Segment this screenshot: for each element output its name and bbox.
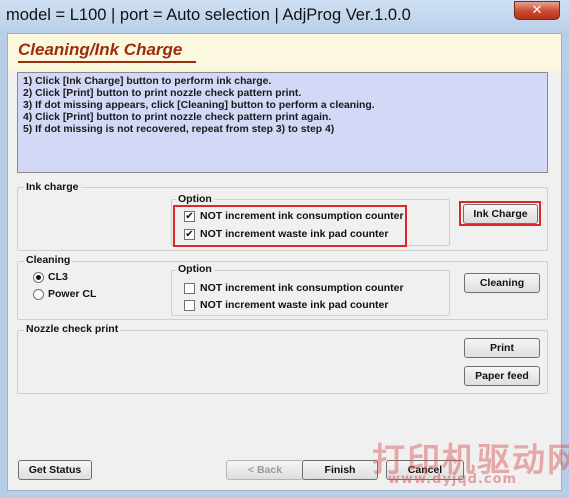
page-title-underline bbox=[18, 61, 196, 63]
power-cl-label[interactable]: Power CL bbox=[48, 288, 96, 300]
paper-feed-button[interactable]: Paper feed bbox=[464, 366, 540, 386]
cleaning-no-consumption-checkbox[interactable] bbox=[184, 283, 195, 294]
cleaning-option-label: Option bbox=[176, 263, 214, 275]
close-icon: ✕ bbox=[531, 3, 543, 18]
cl3-radio[interactable] bbox=[33, 272, 44, 283]
ink-no-waste-checkbox[interactable]: ✔ bbox=[184, 229, 195, 240]
ink-charge-button[interactable]: Ink Charge bbox=[463, 204, 538, 224]
page-title: Cleaning/Ink Charge bbox=[18, 40, 183, 59]
nozzle-check-group-label: Nozzle check print bbox=[24, 323, 121, 335]
cleaning-no-waste-label[interactable]: NOT increment waste ink pad counter bbox=[200, 299, 388, 311]
cl3-label[interactable]: CL3 bbox=[48, 271, 68, 283]
watermark-url: www.dyjqd.com bbox=[388, 472, 518, 487]
window-close-button[interactable]: ✕ bbox=[514, 1, 560, 20]
instruction-line: 2) Click [Print] button to print nozzle … bbox=[23, 88, 302, 99]
power-cl-radio[interactable] bbox=[33, 289, 44, 300]
window-title: model = L100 | port = Auto selection | A… bbox=[6, 6, 411, 24]
title-bar[interactable]: model = L100 | port = Auto selection | A… bbox=[0, 0, 569, 33]
instruction-line: 5) If dot missing is not recovered, repe… bbox=[23, 124, 335, 135]
ink-no-consumption-checkbox[interactable]: ✔ bbox=[184, 211, 195, 222]
ink-charge-option-label: Option bbox=[176, 193, 214, 205]
print-button[interactable]: Print bbox=[464, 338, 540, 358]
instruction-line: 1) Click [Ink Charge] button to perform … bbox=[23, 76, 272, 87]
ink-no-waste-label[interactable]: NOT increment waste ink pad counter bbox=[200, 228, 388, 240]
back-button[interactable]: < Back bbox=[226, 460, 304, 480]
radio-selected-dot bbox=[36, 275, 41, 280]
cleaning-no-waste-checkbox[interactable] bbox=[184, 300, 195, 311]
instruction-line: 4) Click [Print] button to print nozzle … bbox=[23, 112, 332, 123]
get-status-button[interactable]: Get Status bbox=[18, 460, 92, 480]
cleaning-no-consumption-label[interactable]: NOT increment ink consumption counter bbox=[200, 282, 404, 294]
cleaning-button[interactable]: Cleaning bbox=[464, 273, 540, 293]
finish-button[interactable]: Finish bbox=[302, 460, 378, 480]
ink-charge-group-label: Ink charge bbox=[24, 181, 81, 193]
ink-no-consumption-label[interactable]: NOT increment ink consumption counter bbox=[200, 210, 404, 222]
instructions-textbox[interactable]: 1) Click [Ink Charge] button to perform … bbox=[17, 72, 548, 173]
cleaning-group-label: Cleaning bbox=[24, 254, 73, 266]
instruction-line: 3) If dot missing appears, click [Cleani… bbox=[23, 100, 375, 111]
